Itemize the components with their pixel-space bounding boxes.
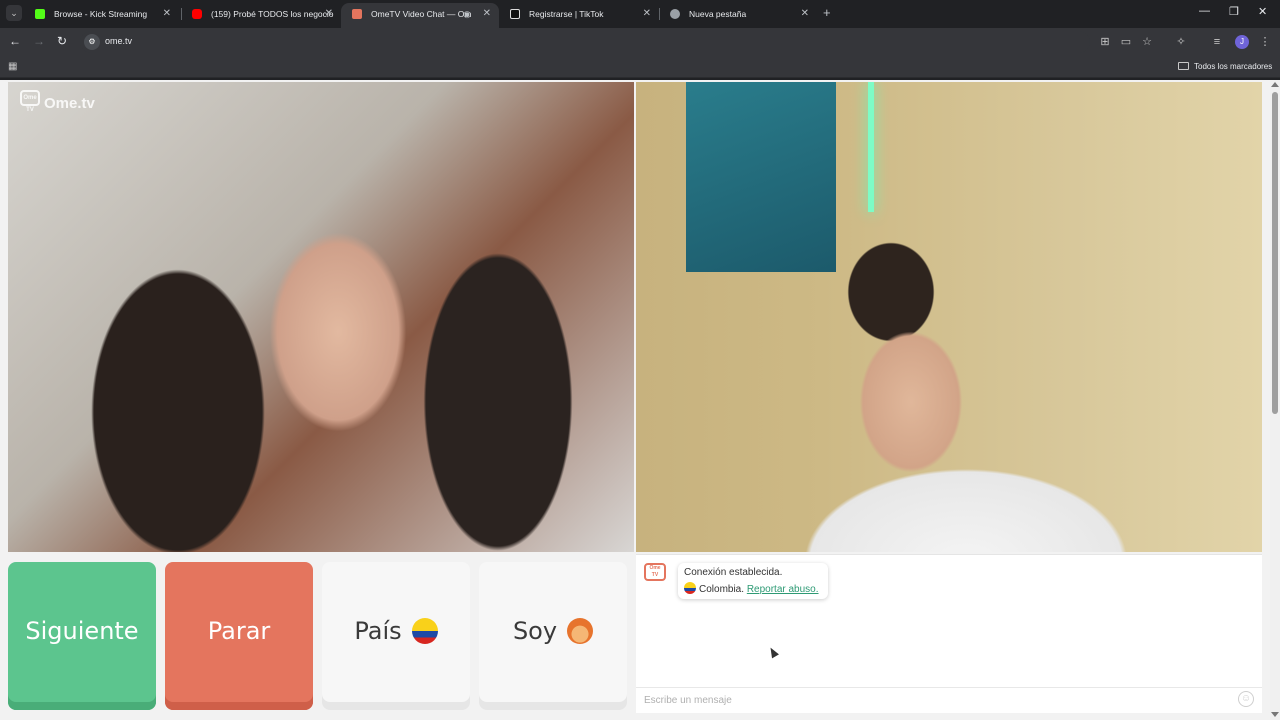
- kick-favicon-icon: [35, 9, 45, 19]
- close-tab-icon[interactable]: ✕: [325, 3, 333, 25]
- scroll-up-arrow-icon[interactable]: [1271, 82, 1279, 87]
- tab-kick[interactable]: Browse - Kick Streaming ✕: [24, 3, 179, 28]
- close-tab-icon[interactable]: ✕: [801, 3, 809, 25]
- tab-tiktok[interactable]: Registrarse | TikTok ✕: [499, 3, 659, 28]
- scrollbar-thumb[interactable]: [1272, 92, 1278, 414]
- reload-icon[interactable]: ↻: [57, 34, 67, 48]
- ometv-favicon-icon: [352, 9, 362, 19]
- url-text[interactable]: ome.tv: [105, 36, 132, 46]
- media-controls-icon[interactable]: ≡: [1211, 36, 1223, 48]
- tab-title: OmeTV Video Chat — Om: [371, 9, 472, 19]
- close-tab-icon[interactable]: ✕: [163, 3, 171, 25]
- close-tab-icon[interactable]: ✕: [483, 3, 491, 25]
- youtube-favicon-icon: [192, 9, 202, 19]
- tab-youtube[interactable]: (159) Probé TODOS los negocio ✕: [181, 3, 341, 28]
- tiktok-favicon-icon: [510, 9, 520, 19]
- stop-label: Parar: [207, 617, 271, 645]
- ometv-logo: Ome TV Ome.tv: [20, 90, 95, 113]
- logo-text: Ome.tv: [44, 95, 95, 112]
- close-window-icon[interactable]: ✕: [1258, 5, 1267, 18]
- tab-search-dropdown[interactable]: ⌄: [6, 5, 22, 21]
- all-bookmarks-link[interactable]: Todos los marcadores: [1194, 62, 1272, 71]
- restore-icon[interactable]: ❐: [1229, 5, 1239, 18]
- tab-title: Nueva pestaña: [689, 9, 747, 19]
- next-label: Siguiente: [25, 617, 139, 645]
- forward-arrow-icon[interactable]: →: [33, 34, 45, 48]
- wall-poster: [686, 82, 836, 272]
- led-light-strip: [868, 82, 874, 212]
- colombia-flag-icon: [411, 618, 438, 644]
- recording-icon: ◉: [463, 9, 471, 19]
- next-button[interactable]: Siguiente: [8, 562, 156, 710]
- new-tab-plus-icon[interactable]: +: [823, 5, 831, 20]
- mouse-cursor-icon: [767, 645, 779, 659]
- gender-button[interactable]: Soy: [479, 562, 627, 710]
- back-arrow-icon[interactable]: ←: [9, 34, 21, 48]
- menu-kebab-icon[interactable]: ⋮: [1259, 36, 1271, 48]
- emoji-smiley-icon[interactable]: ☺: [1238, 691, 1254, 707]
- cast-icon[interactable]: ▭: [1120, 36, 1132, 48]
- profile-avatar[interactable]: J: [1235, 35, 1249, 49]
- partner-country: Colombia.: [699, 584, 745, 595]
- scroll-down-arrow-icon[interactable]: [1271, 712, 1279, 717]
- close-tab-icon[interactable]: ✕: [643, 3, 651, 25]
- site-info-icon[interactable]: ⚙: [84, 34, 100, 50]
- connection-status: Conexión establecida.: [684, 567, 783, 578]
- extensions-icon[interactable]: ✧: [1175, 36, 1187, 48]
- ometv-chat-logo-icon: Ome TV: [644, 563, 666, 581]
- tab-new-tab[interactable]: Nueva pestaña ✕: [659, 3, 817, 28]
- scrollbar[interactable]: [1270, 80, 1280, 720]
- boy-emoji-icon: [567, 618, 594, 644]
- translate-icon[interactable]: ⊞: [1099, 36, 1111, 48]
- chrome-favicon-icon: [670, 9, 680, 19]
- address-bar[interactable]: ⚙ ome.tv: [80, 31, 1090, 53]
- tab-title: Registrarse | TikTok: [529, 9, 604, 19]
- stop-button[interactable]: Parar: [165, 562, 313, 710]
- tab-title: (159) Probé TODOS los negocio: [211, 9, 334, 19]
- chat-panel: Ome TV Conexión establecida. Colombia. R…: [636, 554, 1262, 713]
- tab-strip: ⌄ Browse - Kick Streaming ✕ (159) Probé …: [0, 0, 1280, 28]
- ometv-logo-icon: Ome TV: [20, 90, 40, 113]
- country-button[interactable]: País: [322, 562, 470, 710]
- browser-toolbar: ← → ↻ ⚙ ome.tv ⊞ ▭ ☆ ✧ ≡ J ⋮: [0, 28, 1280, 56]
- country-line: Colombia. Reportar abuso.: [684, 582, 819, 595]
- tab-title: Browse - Kick Streaming: [54, 9, 148, 19]
- local-video: [636, 82, 1262, 552]
- system-message: Conexión establecida. Colombia. Reportar…: [678, 563, 828, 599]
- folder-icon: [1178, 62, 1189, 70]
- remote-video: Ome TV Ome.tv: [8, 82, 634, 552]
- tab-ometv[interactable]: OmeTV Video Chat — Om ◉ ✕: [341, 3, 499, 28]
- bookmarks-bar: ▦ Todos los marcadores: [0, 56, 1280, 78]
- message-input[interactable]: [636, 687, 1262, 713]
- apps-grid-icon[interactable]: ▦: [8, 61, 17, 72]
- report-abuse-link[interactable]: Reportar abuso.: [747, 584, 819, 595]
- country-label: País: [354, 617, 402, 645]
- gender-label: Soy: [512, 617, 558, 645]
- minimize-icon[interactable]: —: [1199, 5, 1210, 17]
- colombia-flag-icon: [684, 582, 696, 594]
- bookmark-star-icon[interactable]: ☆: [1141, 36, 1153, 48]
